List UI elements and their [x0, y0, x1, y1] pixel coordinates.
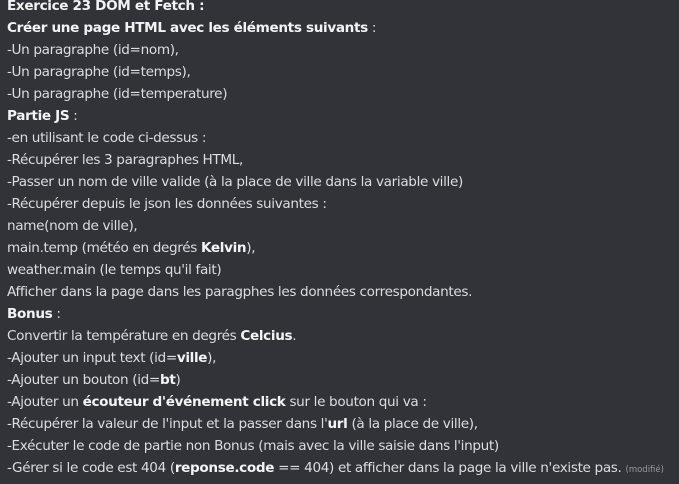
message-line: weather.main (le temps qu'il fait)	[7, 262, 222, 278]
message-line: -Gérer si le code est 404 (reponse.code …	[7, 460, 664, 476]
message-line: -Un paragraphe (id=temps),	[7, 64, 191, 80]
message-line: Créer une page HTML avec les éléments su…	[7, 20, 377, 36]
message-line: -Exécuter le code de partie non Bonus (m…	[7, 438, 499, 454]
message-line: -Passer un nom de ville valide (à la pla…	[7, 174, 463, 190]
message-line: main.temp (météo en degrés Kelvin),	[7, 240, 256, 256]
message-line: -en utilisant le code ci-dessus :	[7, 130, 207, 146]
message-line: name(nom de ville),	[7, 218, 138, 234]
message-line: -Ajouter un input text (id=ville),	[7, 350, 217, 366]
message-line: -Ajouter un écouteur d'événement click s…	[7, 394, 427, 410]
intro-heading: Créer une page HTML avec les éléments su…	[7, 20, 368, 36]
message-line: Bonus :	[7, 306, 61, 322]
message-line: Afficher dans la page dans les paragphes…	[7, 284, 473, 300]
bonus-heading: Bonus	[7, 306, 53, 322]
part-js-heading: Partie JS	[7, 108, 70, 124]
message-line: -Récupérer depuis le json les données su…	[7, 196, 327, 212]
message-line: -Récupérer les 3 paragraphes HTML,	[7, 152, 243, 168]
message-line: -Un paragraphe (id=temperature)	[7, 86, 228, 102]
exercise-title: Exercice 23 DOM et Fetch	[7, 0, 195, 14]
message-line: -Récupérer la valeur de l'input et la pa…	[7, 416, 478, 432]
message-line: -Un paragraphe (id=nom),	[7, 42, 179, 58]
message-line: Partie JS :	[7, 108, 78, 124]
message-line: Exercice 23 DOM et Fetch :	[7, 0, 205, 14]
message-line: Convertir la température en degrés Celci…	[7, 328, 297, 344]
chat-message: Exercice 23 DOM et Fetch : Créer une pag…	[7, 0, 679, 479]
message-line: -Ajouter un bouton (id=bt)	[7, 372, 181, 388]
edited-indicator: (modifié)	[625, 465, 664, 475]
